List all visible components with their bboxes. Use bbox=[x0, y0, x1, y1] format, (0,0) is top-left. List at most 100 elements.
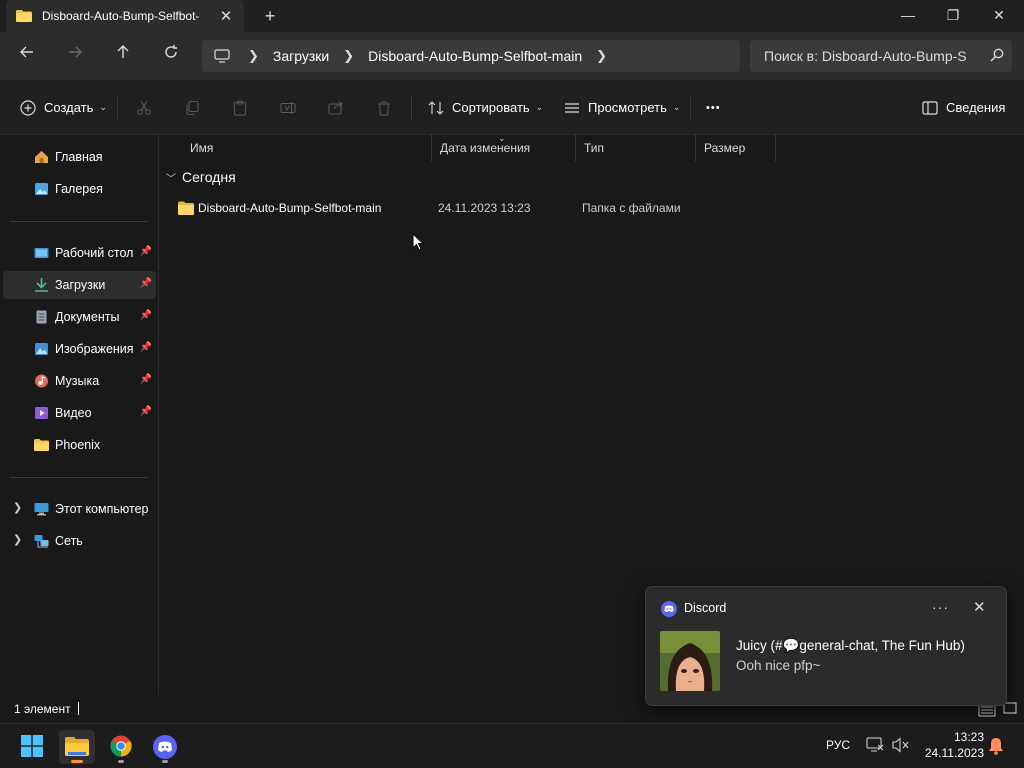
column-header-type[interactable]: Тип bbox=[576, 135, 696, 161]
column-header-name[interactable]: Имя bbox=[182, 135, 432, 161]
taskbar: РУС 13:23 24.11.2023 bbox=[0, 723, 1024, 768]
paste-button[interactable] bbox=[232, 80, 248, 135]
address-row: ❯ Загрузки ❯ Disboard-Auto-Bump-Selfbot-… bbox=[0, 32, 1024, 80]
taskbar-chrome[interactable] bbox=[103, 730, 139, 764]
discord-icon bbox=[153, 735, 177, 759]
copy-button[interactable] bbox=[184, 80, 200, 135]
sort-icon bbox=[428, 100, 444, 115]
notification-menu-button[interactable]: ··· bbox=[932, 599, 949, 615]
scissors-icon bbox=[137, 100, 151, 115]
tab-close-icon[interactable]: ✕ bbox=[218, 7, 234, 25]
sidebar-item-gallery[interactable]: Галерея bbox=[3, 175, 156, 203]
details-button[interactable]: Сведения bbox=[922, 80, 1005, 135]
create-button[interactable]: Создать ⌄ bbox=[20, 80, 107, 135]
volume-muted-icon[interactable] bbox=[892, 737, 910, 753]
breadcrumb-current-folder[interactable]: Disboard-Auto-Bump-Selfbot-main bbox=[368, 48, 582, 64]
rename-icon bbox=[280, 101, 296, 114]
divider bbox=[411, 96, 412, 120]
notification-close-button[interactable]: ✕ bbox=[973, 598, 986, 616]
sidebar-item-home[interactable]: Главная bbox=[3, 143, 156, 171]
chevron-down-icon: ⌄ bbox=[672, 102, 681, 112]
download-icon bbox=[35, 278, 48, 292]
clock-time: 13:23 bbox=[953, 730, 984, 744]
music-icon bbox=[35, 374, 48, 388]
trash-icon bbox=[378, 101, 390, 115]
breadcrumb-chevron-icon[interactable]: ❯ bbox=[248, 48, 259, 64]
column-header-date[interactable]: Дата изменения bbox=[432, 135, 576, 161]
notification-body: Ooh nice pfp~ bbox=[736, 658, 821, 673]
cut-button[interactable] bbox=[136, 80, 152, 135]
sidebar-item-documents[interactable]: Документы 📌 bbox=[3, 303, 156, 331]
chevron-right-icon[interactable]: ❯ bbox=[13, 501, 22, 514]
sidebar-item-desktop[interactable]: Рабочий стол 📌 bbox=[3, 239, 156, 267]
windows-logo-icon bbox=[21, 735, 43, 757]
title-bar: Disboard-Auto-Bump-Selfbot- ✕ + — ❐ ✕ bbox=[0, 0, 1024, 32]
language-indicator[interactable]: РУС bbox=[826, 738, 850, 752]
pin-icon[interactable]: 📌 bbox=[140, 246, 152, 257]
close-window-button[interactable]: ✕ bbox=[976, 0, 1022, 32]
file-explorer-icon bbox=[65, 737, 89, 756]
sidebar-item-this-pc[interactable]: ❯ Этот компьютер bbox=[3, 495, 156, 523]
system-clock[interactable]: 13:23 24.11.2023 bbox=[918, 729, 984, 761]
folder-icon bbox=[34, 439, 49, 451]
column-header-size[interactable]: Размер bbox=[696, 135, 776, 161]
running-indicator bbox=[162, 760, 168, 763]
divider bbox=[10, 221, 148, 222]
sidebar-item-downloads[interactable]: Загрузки 📌 bbox=[3, 271, 156, 299]
search-field[interactable]: Поиск в: Disboard-Auto-Bump-S bbox=[750, 40, 1012, 72]
taskbar-discord[interactable] bbox=[147, 730, 183, 764]
breadcrumb-chevron-icon[interactable]: ❯ bbox=[596, 48, 607, 64]
sidebar-item-music[interactable]: Музыка 📌 bbox=[3, 367, 156, 395]
network-status-icon[interactable] bbox=[866, 737, 884, 753]
file-date: 24.11.2023 13:23 bbox=[438, 201, 531, 215]
back-button[interactable] bbox=[15, 44, 39, 68]
start-button[interactable] bbox=[14, 730, 50, 764]
details-pane-icon bbox=[922, 100, 938, 115]
gallery-icon bbox=[35, 183, 48, 195]
more-options-button[interactable]: ••• bbox=[706, 80, 721, 135]
pin-icon[interactable]: 📌 bbox=[140, 374, 152, 385]
explorer-tab[interactable]: Disboard-Auto-Bump-Selfbot- ✕ bbox=[6, 0, 244, 32]
discord-icon bbox=[661, 601, 677, 617]
divider bbox=[117, 96, 118, 120]
arrow-left-icon bbox=[20, 46, 33, 58]
pin-icon[interactable]: 📌 bbox=[140, 342, 152, 353]
taskbar-file-explorer[interactable] bbox=[59, 730, 95, 764]
breadcrumb-chevron-icon[interactable]: ❯ bbox=[343, 48, 354, 64]
refresh-button[interactable] bbox=[159, 44, 183, 68]
copy-icon bbox=[186, 100, 199, 115]
group-header-today[interactable]: ﹀ Сегодня bbox=[166, 169, 236, 185]
sidebar-item-phoenix[interactable]: Phoenix bbox=[3, 431, 156, 459]
share-button[interactable] bbox=[328, 80, 344, 135]
rename-button[interactable] bbox=[280, 80, 296, 135]
clipboard-icon bbox=[234, 100, 246, 115]
sidebar-item-network[interactable]: ❯ Сеть bbox=[3, 527, 156, 555]
image-icon bbox=[35, 343, 48, 355]
file-name[interactable]: Disboard-Auto-Bump-Selfbot-main bbox=[198, 201, 381, 215]
up-button[interactable] bbox=[111, 44, 135, 68]
notification-bell-icon[interactable] bbox=[988, 737, 1004, 755]
desktop-icon bbox=[34, 248, 49, 258]
folder-icon bbox=[16, 10, 32, 22]
pin-icon[interactable]: 📌 bbox=[140, 278, 152, 289]
arrow-up-icon bbox=[117, 45, 129, 58]
breadcrumb-downloads[interactable]: Загрузки bbox=[273, 48, 329, 64]
notification-toast[interactable]: Discord ··· ✕ Juicy (#💬general-chat, The… bbox=[645, 586, 1007, 706]
tab-title: Disboard-Auto-Bump-Selfbot- bbox=[42, 9, 200, 23]
restore-button[interactable]: ❐ bbox=[930, 0, 976, 32]
new-tab-button[interactable]: + bbox=[259, 5, 281, 27]
address-bar[interactable]: ❯ Загрузки ❯ Disboard-Auto-Bump-Selfbot-… bbox=[202, 40, 740, 72]
sort-button[interactable]: Сортировать ⌄ bbox=[428, 80, 543, 135]
sidebar-item-videos[interactable]: Видео 📌 bbox=[3, 399, 156, 427]
forward-button[interactable] bbox=[63, 44, 87, 68]
view-button[interactable]: Просмотреть ⌄ bbox=[564, 80, 680, 135]
search-icon[interactable] bbox=[982, 48, 1012, 65]
pin-icon[interactable]: 📌 bbox=[140, 406, 152, 417]
divider bbox=[690, 96, 691, 120]
minimize-button[interactable]: — bbox=[885, 0, 931, 32]
delete-button[interactable] bbox=[376, 80, 392, 135]
pin-icon[interactable]: 📌 bbox=[140, 310, 152, 321]
command-bar: Создать ⌄ Сортировать ⌄ Просмотреть ⌄ ••… bbox=[0, 80, 1024, 135]
sidebar-item-pictures[interactable]: Изображения 📌 bbox=[3, 335, 156, 363]
chevron-right-icon[interactable]: ❯ bbox=[13, 533, 22, 546]
